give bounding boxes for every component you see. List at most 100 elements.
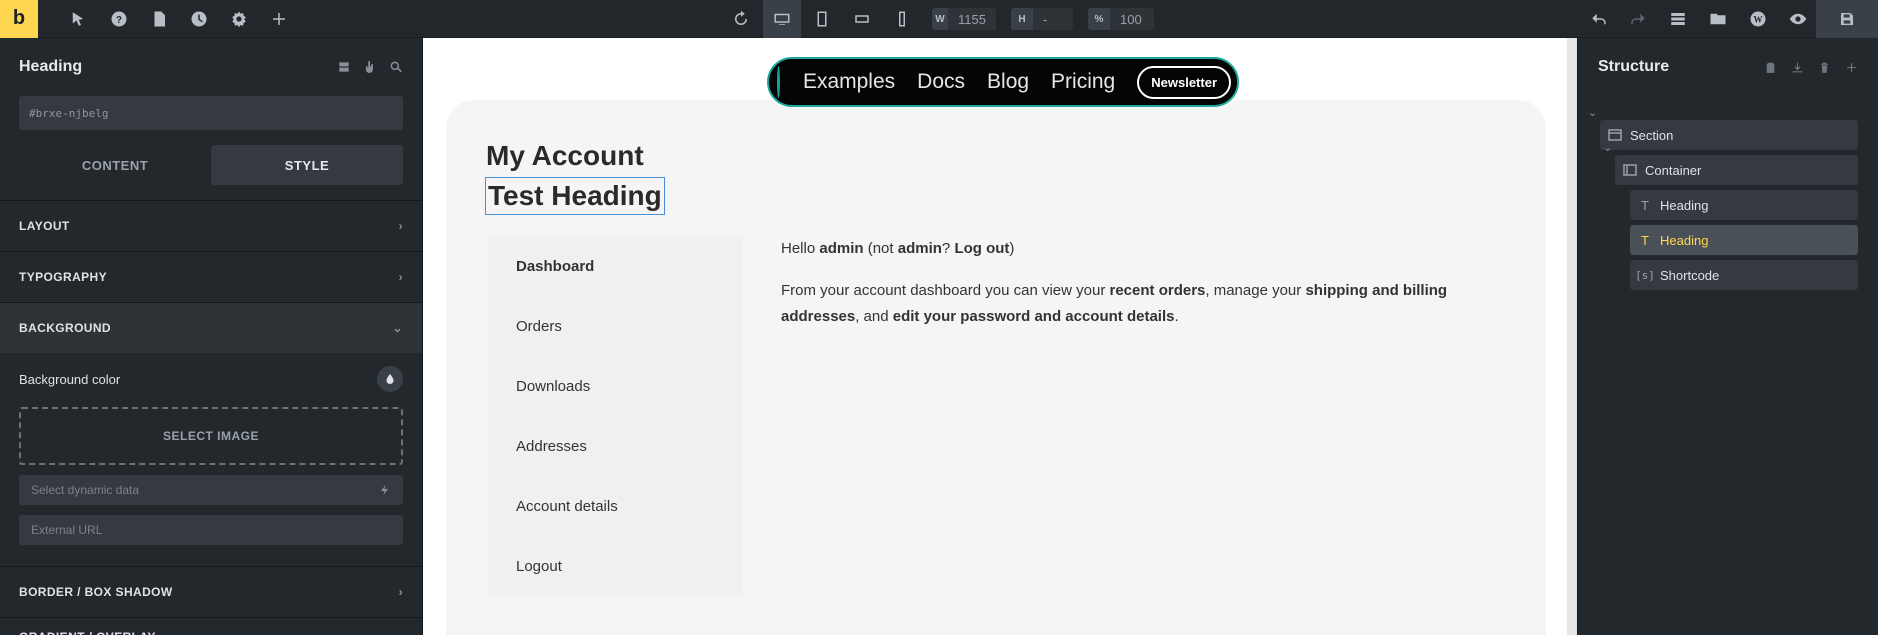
settings-gear-icon[interactable] (220, 0, 258, 38)
element-id-field[interactable]: #brxe-njbelg (19, 96, 403, 130)
droplet-icon (386, 374, 394, 384)
add-element-icon[interactable] (1845, 61, 1858, 74)
section-typography[interactable]: TYPOGRAPHY › (0, 251, 422, 302)
structure-title: Structure (1598, 58, 1670, 75)
width-control[interactable]: W 1155 (932, 8, 996, 30)
structure-item-label: Section (1630, 127, 1674, 143)
section-background[interactable]: BACKGROUND ⌄ (0, 302, 422, 353)
account-nav-logout[interactable]: Logout (488, 536, 743, 596)
mobile-landscape-icon[interactable] (843, 0, 881, 38)
section-border-box-shadow[interactable]: BORDER / BOX SHADOW › (0, 566, 422, 617)
lightning-bolt-icon[interactable] (379, 483, 391, 497)
color-picker-button[interactable] (377, 366, 403, 392)
logout-link[interactable]: Log out (954, 240, 1009, 257)
account-nav-orders[interactable]: Orders (488, 296, 743, 356)
tab-style[interactable]: STYLE (211, 145, 403, 185)
account-nav-addresses[interactable]: Addresses (488, 416, 743, 476)
element-settings-panel: Heading #brxe-njbelg CONTENT STYLE LAYOU… (0, 38, 423, 635)
account-nav-account-details[interactable]: Account details (488, 476, 743, 536)
undo-icon[interactable] (1580, 0, 1618, 38)
zoom-value[interactable]: 100 (1110, 12, 1152, 27)
chevron-right-icon: › (398, 270, 403, 284)
redo-icon[interactable] (1619, 0, 1657, 38)
search-icon[interactable] (389, 60, 403, 74)
top-toolbar: b ? W 1155 H - % 100 W (0, 0, 1878, 38)
section-icon (1600, 129, 1630, 141)
chevron-right-icon: › (398, 585, 403, 599)
wordpress-icon[interactable]: W (1739, 0, 1777, 38)
clipboard-icon[interactable] (1764, 61, 1777, 74)
width-value[interactable]: 1155 (948, 12, 996, 27)
height-label: H (1011, 8, 1033, 30)
nav-link-pricing[interactable]: Pricing (1051, 70, 1115, 94)
edit-account-link[interactable]: edit your password and account details (893, 308, 1175, 325)
height-value[interactable]: - (1033, 12, 1057, 27)
download-icon[interactable] (1791, 61, 1804, 74)
cursor-icon[interactable] (59, 0, 97, 38)
heading-test-selected[interactable]: Test Heading (485, 177, 665, 215)
dashboard-description: From your account dashboard you can view… (781, 278, 1481, 330)
zoom-control[interactable]: % 100 (1088, 8, 1154, 30)
section-border-label: BORDER / BOX SHADOW (19, 585, 173, 599)
trash-icon[interactable] (1818, 61, 1831, 74)
save-icon (1841, 13, 1853, 25)
hello-question: ? (941, 240, 955, 257)
chevron-down-icon: ⌄ (392, 321, 403, 335)
newsletter-button[interactable]: Newsletter (1137, 65, 1231, 99)
structure-item-label: Container (1645, 162, 1702, 178)
structure-item-shortcode[interactable]: [s] Shortcode (1630, 260, 1858, 290)
help-icon[interactable]: ? (100, 0, 138, 38)
tab-content[interactable]: CONTENT (19, 145, 211, 185)
tablet-portrait-icon[interactable] (803, 0, 841, 38)
heading-my-account[interactable]: My Account (486, 140, 644, 172)
history-icon[interactable] (180, 0, 218, 38)
canvas-scrollbar[interactable] (1567, 38, 1577, 635)
section-gradient-overlay[interactable]: GRADIENT / OVERLAY (0, 617, 422, 635)
panel-title: Heading (19, 58, 83, 75)
account-nav-downloads[interactable]: Downloads (488, 356, 743, 416)
preview-eye-icon[interactable] (1779, 0, 1817, 38)
hello-end: ) (1009, 240, 1015, 257)
collapse-container-icon[interactable]: ⌄ (1603, 141, 1612, 154)
select-image-button[interactable]: SELECT IMAGE (19, 407, 403, 465)
hello-username-2: admin (897, 240, 942, 257)
nav-link-blog[interactable]: Blog (987, 70, 1029, 94)
collapse-section-icon[interactable]: ⌄ (1588, 106, 1597, 119)
save-button[interactable] (1816, 0, 1878, 38)
hand-pointer-icon[interactable] (363, 60, 377, 74)
background-controls: Background color SELECT IMAGE Select dyn… (0, 353, 422, 545)
refresh-icon[interactable] (722, 0, 760, 38)
desc-part-3: , and (855, 308, 893, 325)
section-layout[interactable]: LAYOUT › (0, 200, 422, 251)
account-navigation: Dashboard Orders Downloads Addresses Acc… (488, 236, 743, 596)
structure-item-heading-1[interactable]: T Heading (1630, 190, 1858, 220)
mobile-portrait-icon[interactable] (883, 0, 921, 38)
external-url-input[interactable]: External URL (19, 515, 403, 545)
site-navbar: Examples Docs Blog Pricing Newsletter (767, 57, 1239, 107)
structure-item-heading-2-selected[interactable]: T Heading (1630, 225, 1858, 255)
section-background-label: BACKGROUND (19, 321, 111, 335)
height-control[interactable]: H - (1011, 8, 1073, 30)
structure-item-section[interactable]: Section (1600, 120, 1858, 150)
nav-link-examples[interactable]: Examples (803, 70, 895, 94)
text-icon: T (1641, 232, 1649, 248)
toggle-icon[interactable] (337, 60, 351, 74)
structure-layers-icon[interactable] (1659, 0, 1697, 38)
add-icon[interactable] (260, 0, 298, 38)
chevron-right-icon: › (398, 219, 403, 233)
desktop-breakpoint-icon[interactable] (763, 0, 801, 38)
structure-item-label: Heading (1660, 232, 1709, 248)
site-logo[interactable] (777, 66, 780, 98)
desc-part-2: , manage your (1205, 282, 1306, 299)
account-dashboard-content: Hello admin (not admin? Log out) From yo… (781, 236, 1481, 346)
account-nav-dashboard[interactable]: Dashboard (488, 236, 743, 296)
dynamic-data-select[interactable]: Select dynamic data (19, 475, 403, 505)
pages-icon[interactable] (140, 0, 178, 38)
hello-username: admin (819, 240, 864, 257)
recent-orders-link[interactable]: recent orders (1110, 282, 1206, 299)
nav-link-docs[interactable]: Docs (917, 70, 965, 94)
structure-item-container[interactable]: Container (1615, 155, 1858, 185)
external-url-placeholder: External URL (31, 523, 103, 537)
folder-icon[interactable] (1699, 0, 1737, 38)
bricks-logo[interactable]: b (0, 0, 38, 38)
